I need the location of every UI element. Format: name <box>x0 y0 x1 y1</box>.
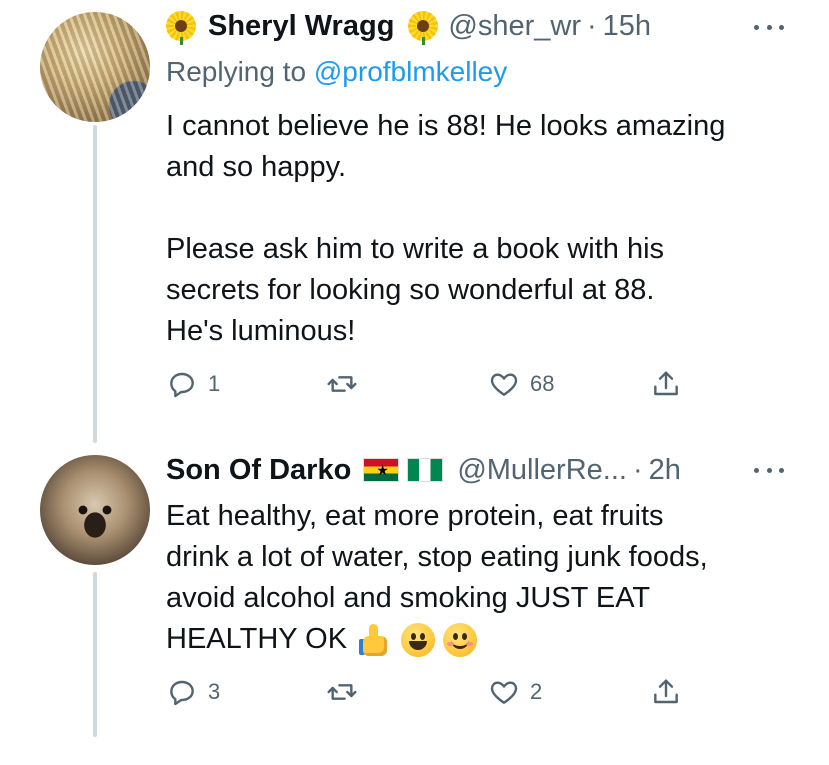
reply-button[interactable]: 1 <box>166 368 220 400</box>
user-handle[interactable]: @MullerRe... <box>457 454 627 487</box>
separator-dot: · <box>587 9 597 42</box>
user-handle[interactable]: @sher_wr <box>448 10 581 43</box>
sunflower-emoji-icon <box>166 11 196 45</box>
tweet-text-line: He's luminous! <box>166 315 356 347</box>
tweet-text: Eat healthy, eat more protein, eat fruit… <box>166 496 806 660</box>
reply-icon <box>170 680 194 706</box>
tweet-time[interactable]: 15h <box>603 10 651 43</box>
tweet-text-line: avoid alcohol and smoking JUST EAT <box>166 582 651 614</box>
mention-link[interactable]: @profblmkelley <box>314 56 507 87</box>
heart-icon <box>490 681 518 704</box>
tweet-time[interactable]: 2h <box>649 454 681 487</box>
tweet-text-line: I cannot believe he is 88! He looks amaz… <box>166 110 726 142</box>
tweet-text: I cannot believe he is 88! He looks amaz… <box>166 106 806 352</box>
reply-count: 3 <box>208 679 221 704</box>
heart-icon <box>490 373 518 396</box>
avatar[interactable] <box>40 12 150 122</box>
separator-dot: · <box>632 453 643 486</box>
avatar[interactable] <box>40 455 150 565</box>
replying-to: Replying to @profblmkelley <box>166 56 507 88</box>
share-button[interactable] <box>650 676 682 708</box>
thread-line <box>93 125 97 443</box>
smiling-face-emoji-icon <box>443 622 478 657</box>
reply-icon <box>170 372 194 398</box>
more-icon[interactable] <box>754 22 784 32</box>
tweet-text-line: Please ask him to write a book with his <box>166 233 665 265</box>
reply-button[interactable]: 3 <box>166 676 220 708</box>
tweet-text-line <box>166 188 806 229</box>
like-button[interactable]: 68 <box>488 368 554 400</box>
share-icon <box>654 371 678 396</box>
tweet-text-line: and so happy. <box>166 151 347 183</box>
tweet-actions: 3 2 <box>166 676 726 716</box>
replying-label: Replying to <box>166 56 307 87</box>
thread-line <box>93 572 97 737</box>
ghana-flag-icon <box>363 458 400 482</box>
like-count: 68 <box>530 371 555 396</box>
display-name[interactable]: Sheryl Wragg <box>208 10 394 43</box>
reply-count: 1 <box>208 371 221 396</box>
tweet-text-line: Eat healthy, eat more protein, eat fruit… <box>166 500 664 532</box>
sunflower-emoji-icon <box>408 11 439 45</box>
like-count: 2 <box>530 679 543 704</box>
thumbs-up-emoji-icon <box>359 623 393 657</box>
tweet-text-line: drink a lot of water, stop eating junk f… <box>166 541 708 573</box>
share-icon <box>654 679 678 704</box>
share-button[interactable] <box>650 368 682 400</box>
display-name[interactable]: Son Of Darko <box>166 454 351 487</box>
tweet-text-line: HEALTHY OK <box>166 619 806 660</box>
retweet-icon <box>327 376 357 392</box>
more-icon[interactable] <box>754 465 784 475</box>
tweet-header: Sheryl Wragg @sher_wr · 15h <box>166 6 651 46</box>
tweet-text-segment: HEALTHY OK <box>166 623 348 655</box>
nigeria-flag-icon <box>407 458 444 482</box>
like-button[interactable]: 2 <box>488 676 542 708</box>
tweet-header: Son Of Darko @MullerRe... · 2h <box>166 450 681 490</box>
retweet-icon <box>327 684 357 700</box>
tweet-actions: 1 68 <box>166 368 726 408</box>
grinning-face-emoji-icon <box>401 622 436 657</box>
retweet-button[interactable] <box>326 676 368 708</box>
retweet-button[interactable] <box>326 368 368 400</box>
tweet-text-line: secrets for looking so wonderful at 88. <box>166 274 655 306</box>
